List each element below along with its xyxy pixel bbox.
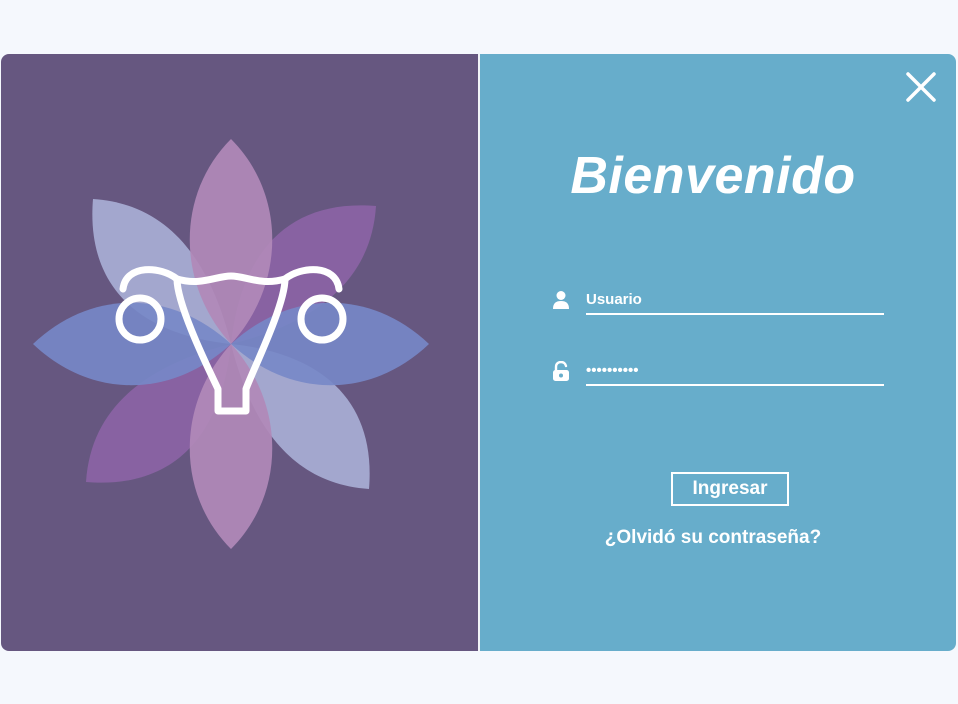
close-icon[interactable] [904,70,938,104]
login-button[interactable]: Ingresar [671,472,789,506]
username-field [552,285,886,315]
welcome-title: Bienvenido [570,147,856,205]
username-input[interactable] [586,285,884,315]
uterus-flower-logo-icon [33,139,429,549]
password-field [552,356,886,386]
login-window: Bienvenido Ingresar ¿Olvidó su contraseñ… [1,54,956,651]
user-icon [553,291,569,309]
logo-panel [1,54,478,651]
password-input[interactable] [586,356,884,386]
unlock-icon [553,361,569,381]
forgot-password-link[interactable]: ¿Olvidó su contraseña? [480,527,956,549]
login-panel: Bienvenido Ingresar ¿Olvidó su contraseñ… [480,54,956,651]
